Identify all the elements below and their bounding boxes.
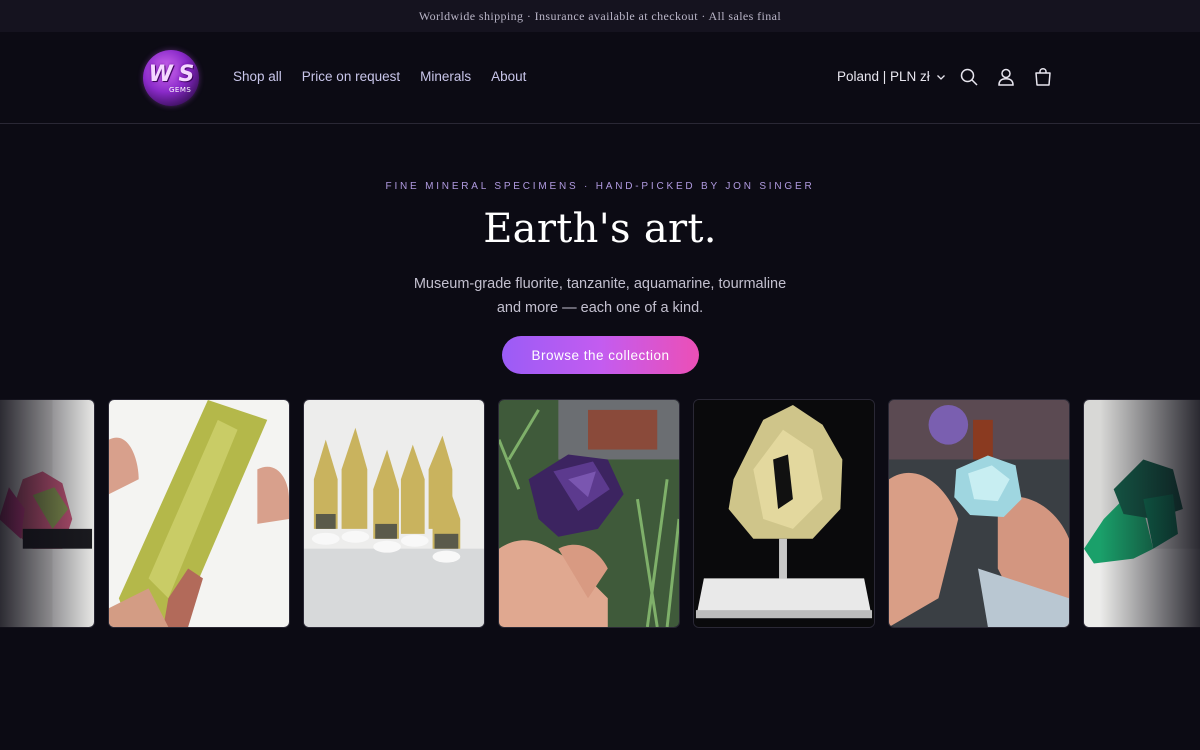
browse-collection-button[interactable]: Browse the collection bbox=[502, 336, 699, 374]
brand-logo[interactable]: W S GEMS bbox=[143, 50, 199, 106]
account-button[interactable] bbox=[995, 66, 1017, 88]
logo-subtitle: GEMS bbox=[169, 86, 192, 94]
chevron-down-icon bbox=[936, 74, 945, 80]
tanzanite-crystal-photo bbox=[499, 400, 679, 627]
gallery-tile[interactable] bbox=[498, 399, 680, 628]
gallery-tile[interactable] bbox=[108, 399, 290, 628]
announcement-text: Worldwide shipping · Insurance available… bbox=[418, 8, 782, 23]
aquamarine-crystal-photo bbox=[889, 400, 1069, 627]
product-gallery bbox=[0, 399, 1200, 629]
green-mineral-photo bbox=[1084, 400, 1200, 627]
cart-icon bbox=[1035, 68, 1051, 86]
pink-mineral-photo bbox=[0, 400, 94, 627]
nav-price-on-request[interactable]: Price on request bbox=[302, 69, 400, 84]
logo-letters: W S bbox=[148, 62, 195, 87]
gallery-tile[interactable] bbox=[0, 399, 95, 628]
announcement-bar: Worldwide shipping · Insurance available… bbox=[0, 0, 1200, 32]
gallery-tile[interactable] bbox=[693, 399, 875, 628]
gallery-tile[interactable] bbox=[303, 399, 485, 628]
green-crystal-photo bbox=[109, 400, 289, 627]
nav-minerals[interactable]: Minerals bbox=[420, 69, 471, 84]
user-icon bbox=[998, 68, 1014, 86]
hero-subtitle: Museum-grade fluorite, tanzanite, aquama… bbox=[413, 276, 787, 316]
cart-button[interactable] bbox=[1032, 66, 1054, 88]
nav-shop-all[interactable]: Shop all bbox=[233, 69, 282, 84]
gallery-tile[interactable] bbox=[1083, 399, 1200, 628]
gallery-tile[interactable] bbox=[888, 399, 1070, 628]
golden-slice-photo bbox=[694, 400, 874, 627]
country-currency-selector[interactable]: Poland | PLN zł bbox=[837, 69, 946, 84]
search-button[interactable] bbox=[958, 66, 980, 88]
hero-eyebrow: FINE MINERAL SPECIMENS · HAND-PICKED BY … bbox=[385, 181, 815, 192]
citrine-points-photo bbox=[304, 400, 484, 627]
main-nav: Shop all Price on request Minerals About bbox=[233, 69, 526, 84]
site-header: W S GEMS Shop all Price on request Miner… bbox=[0, 32, 1200, 124]
locale-label: Poland | PLN zł bbox=[837, 69, 930, 84]
search-icon bbox=[960, 68, 978, 86]
nav-about[interactable]: About bbox=[491, 69, 526, 84]
hero-title: Earth's art. bbox=[483, 206, 717, 252]
